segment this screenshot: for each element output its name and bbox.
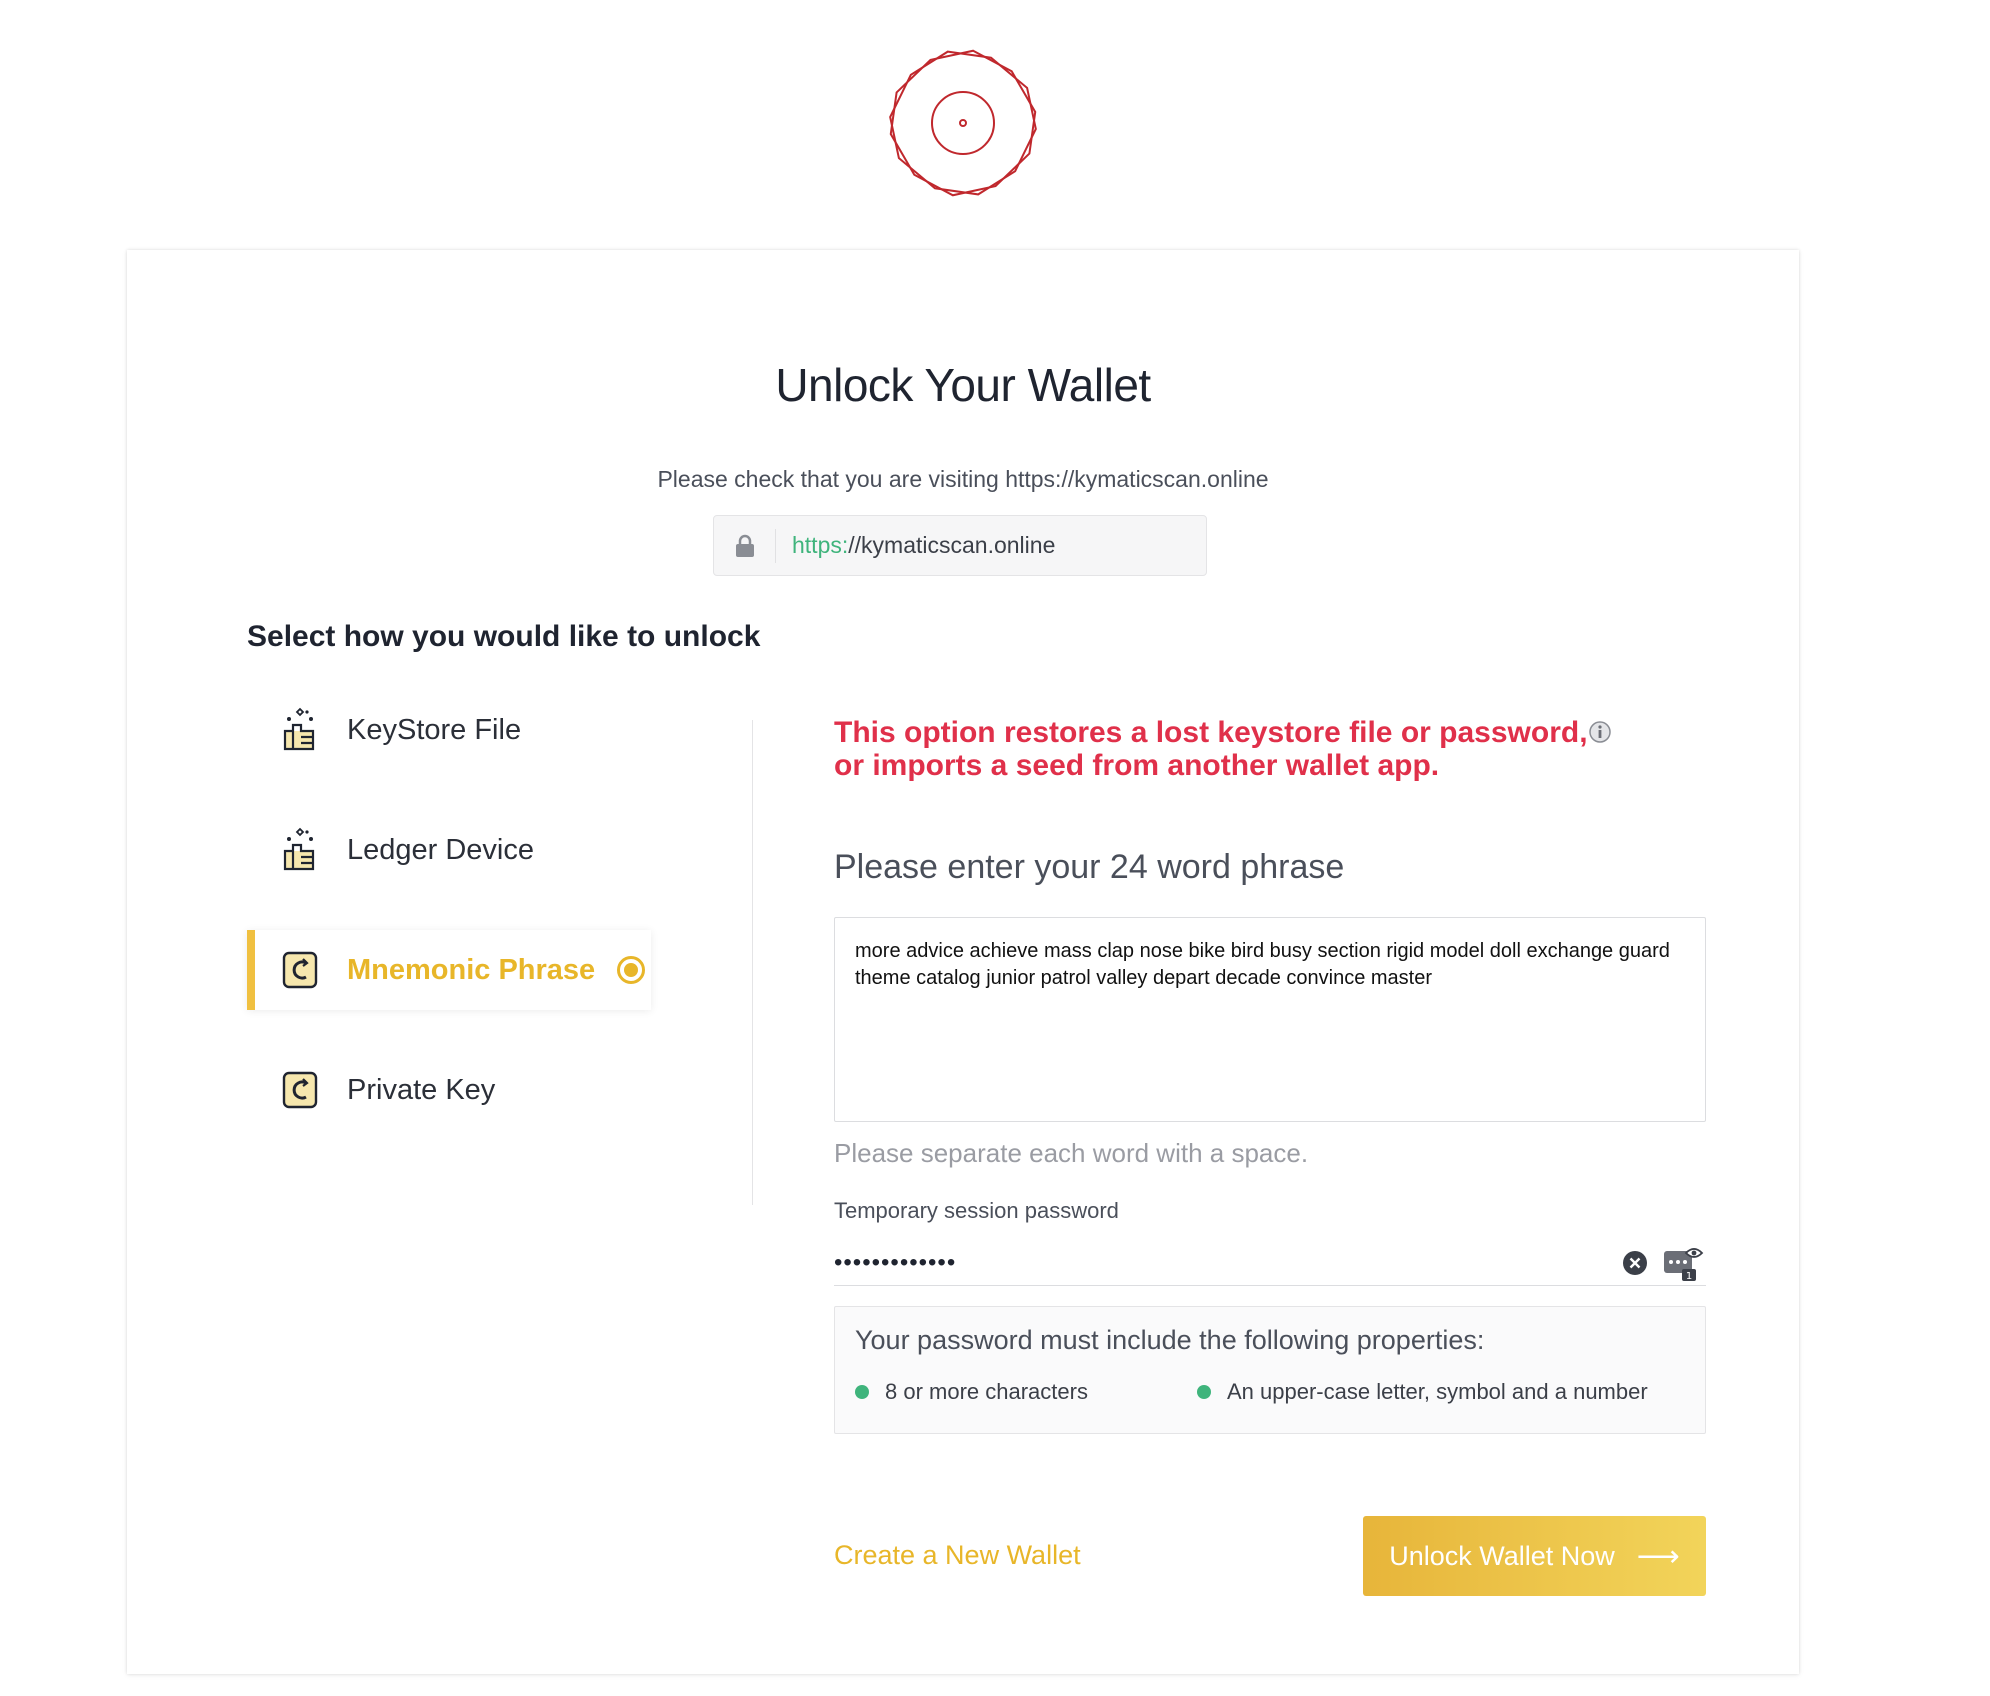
requirement-text: An upper-case letter, symbol and a numbe…: [1227, 1379, 1648, 1404]
page-title: Unlock Your Wallet: [775, 359, 1151, 411]
check-dot-icon: [855, 1385, 869, 1399]
option-ledger-device[interactable]: Ledger Device: [247, 810, 651, 890]
requirement-item: 8 or more characters: [855, 1379, 1088, 1405]
password-input[interactable]: •••••••••••••: [834, 1249, 1622, 1277]
create-wallet-link[interactable]: Create a New Wallet: [834, 1540, 1081, 1571]
private-key-icon: [279, 1067, 321, 1113]
url-check-notice: Please check that you are visiting https…: [657, 466, 1269, 492]
warning-line-1: This option restores a lost keystore fil…: [834, 716, 1588, 749]
password-requirements: Your password must include the following…: [834, 1306, 1706, 1434]
option-label: Mnemonic Phrase: [347, 953, 596, 986]
option-label: KeyStore File: [347, 713, 522, 746]
restore-warning: This option restores a lost keystore fil…: [834, 716, 1614, 782]
option-mnemonic-phrase[interactable]: Mnemonic Phrase: [247, 930, 651, 1010]
requirements-title: Your password must include the following…: [855, 1325, 1485, 1355]
unlock-wallet-button[interactable]: Unlock Wallet Now ⟶: [1363, 1516, 1706, 1596]
check-dot-icon: [1197, 1385, 1211, 1399]
arrow-right-icon: ⟶: [1636, 1539, 1680, 1573]
url-scheme: https:: [792, 532, 849, 558]
selected-radio-icon: [617, 956, 646, 984]
info-icon[interactable]: [1588, 720, 1612, 744]
option-label: Private Key: [347, 1073, 496, 1106]
clear-icon[interactable]: [1622, 1250, 1648, 1276]
option-label: Ledger Device: [347, 833, 534, 866]
warning-line-2: or imports a seed from another wallet ap…: [834, 749, 1440, 782]
column-divider: [752, 720, 753, 1205]
phrase-hint: Please separate each word with a space.: [834, 1138, 1309, 1168]
unlock-button-label: Unlock Wallet Now: [1389, 1540, 1615, 1571]
option-private-key[interactable]: Private Key: [247, 1050, 651, 1130]
url-display: https://kymaticscan.online: [713, 515, 1207, 576]
url-host: //kymaticscan.online: [848, 532, 1056, 558]
password-field[interactable]: ••••••••••••• 1: [834, 1240, 1706, 1286]
logo: [889, 49, 1037, 197]
mnemonic-phrase-input[interactable]: more advice achieve mass clap nose bike …: [834, 917, 1706, 1122]
option-keystore-file[interactable]: KeyStore File: [247, 690, 651, 770]
select-method-heading: Select how you would like to unlock: [247, 620, 761, 653]
password-manager-icon[interactable]: 1: [1662, 1243, 1706, 1283]
phrase-label: Please enter your 24 word phrase: [834, 848, 1345, 886]
ledger-icon: [279, 827, 321, 873]
url-text: https://kymaticscan.online: [776, 532, 1055, 559]
keystore-icon: [279, 707, 321, 753]
unlock-card: Unlock Your Wallet Please check that you…: [127, 250, 1799, 1674]
lock-icon: [714, 528, 776, 563]
password-label: Temporary session password: [834, 1198, 1119, 1223]
requirement-item: An upper-case letter, symbol and a numbe…: [1197, 1379, 1648, 1405]
svg-text:1: 1: [1686, 1271, 1692, 1282]
requirement-text: 8 or more characters: [885, 1379, 1088, 1404]
mnemonic-icon: [279, 947, 321, 993]
